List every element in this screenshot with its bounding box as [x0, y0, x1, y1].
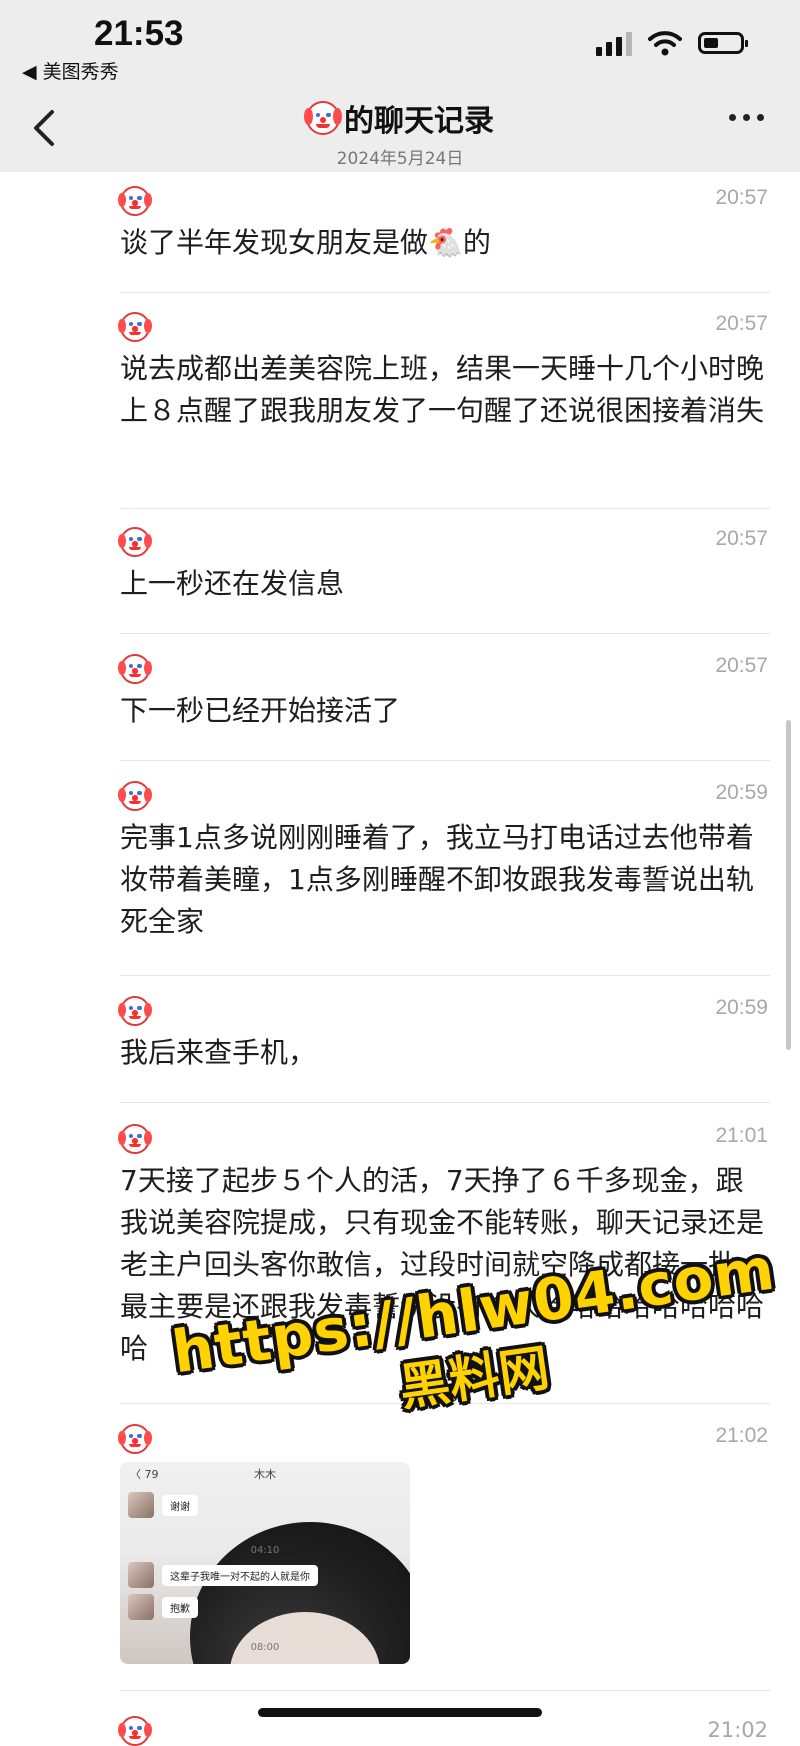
clown-avatar-icon: [118, 1124, 152, 1154]
message-item: 20:57 下一秒已经开始接活了: [118, 640, 770, 761]
message-item: 20:59 完事1点多说刚刚睡着了，我立马打电话过去他带着妆带着美瞳，1点多刚睡…: [118, 767, 770, 976]
nav-title-block: 的聊天记录 2024年5月24日: [0, 96, 800, 169]
message-time: 20:59: [715, 781, 768, 804]
clown-avatar-icon: [118, 527, 152, 557]
thumbnail-message: 这辈子我唯一对不起的人就是你: [128, 1562, 318, 1588]
thumbnail-message: 谢谢: [128, 1492, 198, 1518]
page-title: 的聊天记录: [303, 96, 494, 140]
clown-avatar-icon: [118, 654, 152, 684]
back-to-app-link[interactable]: ◀ 美图秀秀: [22, 57, 119, 84]
clown-avatar-icon: [118, 1424, 152, 1454]
thumbnail-bubble: 抱歉: [162, 1596, 198, 1618]
scrollbar[interactable]: [786, 720, 791, 1050]
message-time: 20:57: [715, 312, 768, 335]
message-text: 完事1点多说刚刚睡着了，我立马打电话过去他带着妆带着美瞳，1点多刚睡醒不卸妆跟我…: [120, 821, 754, 938]
thumbnail-timestamp: 04:10: [250, 1545, 280, 1556]
message-item: 20:57 谈了半年发现女朋友是做🐔的: [118, 172, 770, 293]
message-item: 21:01 7天接了起步５个人的活，7天挣了６千多现金，跟我说美容院提成，只有现…: [118, 1110, 770, 1404]
message-item: 20:57 上一秒还在发信息: [118, 513, 770, 634]
message-item: 21:02 〈 79 木木 谢谢 04:10 这辈子我唯一对不起的人就是你 抱歉…: [118, 1410, 770, 1691]
clown-avatar-icon: [118, 312, 152, 342]
wifi-icon: [648, 31, 682, 56]
clown-avatar-icon: [118, 996, 152, 1026]
thumbnail-avatar: [128, 1594, 154, 1620]
message-text: 谈了半年发现女朋友是做🐔的: [120, 226, 491, 259]
thumbnail-header: 〈 79 木木: [120, 1462, 410, 1484]
message-text: 下一秒已经开始接活了: [120, 694, 401, 727]
signal-icon: [596, 30, 632, 56]
more-options-icon[interactable]: [729, 114, 764, 121]
message-text: 说去成都出差美容院上班，结果一天睡十几个小时晚上８点醒了跟我朋友发了一句醒了还说…: [120, 352, 765, 427]
message-text: 我后来查手机，: [120, 1036, 317, 1069]
clown-face-icon: [303, 101, 343, 135]
message-time: 21:02: [715, 1424, 768, 1447]
page-date: 2024年5月24日: [336, 149, 464, 169]
thumbnail-contact-name: 木木: [254, 1468, 276, 1481]
message-time: 20:57: [715, 186, 768, 209]
thumbnail-message: 抱歉: [128, 1594, 198, 1620]
battery-icon: [698, 32, 748, 54]
message-time: 21:01: [715, 1124, 768, 1147]
thumbnail-timestamp: 08:00: [250, 1642, 280, 1653]
thumbnail-avatar: [128, 1562, 154, 1588]
message-item: 20:59 我后来查手机，: [118, 982, 770, 1103]
thumbnail-bubble: 谢谢: [162, 1494, 198, 1516]
message-time: 21:02: [707, 1718, 768, 1742]
message-time: 20:57: [715, 654, 768, 677]
message-text: 7天接了起步５个人的活，7天挣了６千多现金，跟我说美容院提成，只有现金不能转账，…: [120, 1164, 765, 1365]
chat-screenshot-image[interactable]: 〈 79 木木 谢谢 04:10 这辈子我唯一对不起的人就是你 抱歉 08:00: [120, 1462, 410, 1664]
clown-avatar-icon: [118, 186, 152, 216]
clown-avatar-icon: [118, 781, 152, 811]
message-time: 20:57: [715, 527, 768, 550]
message-text: 上一秒还在发信息: [120, 567, 345, 600]
thumbnail-avatar: [128, 1492, 154, 1518]
thumbnail-bubble: 这辈子我唯一对不起的人就是你: [162, 1564, 318, 1586]
top-bar: 21:53 ◀ 美图秀秀 的聊天记录 2024年5月24日: [0, 0, 800, 172]
page-title-text: 的聊天记录: [344, 104, 494, 139]
message-item: 20:57 说去成都出差美容院上班，结果一天睡十几个小时晚上８点醒了跟我朋友发了…: [118, 298, 770, 509]
clown-avatar-icon: [118, 1716, 152, 1746]
message-time: 20:59: [715, 996, 768, 1019]
home-indicator[interactable]: [258, 1708, 542, 1717]
status-icons: [596, 30, 748, 56]
status-time: 21:53: [94, 14, 184, 53]
